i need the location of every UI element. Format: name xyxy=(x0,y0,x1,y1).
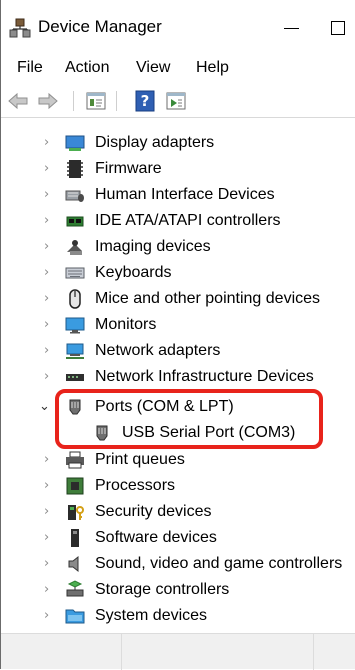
software-device-icon xyxy=(71,529,79,547)
network-infrastructure-icon xyxy=(66,374,84,381)
firmware-chip-icon xyxy=(67,160,83,178)
chevron-right-icon[interactable]: › xyxy=(44,344,56,357)
highlight-annotation-box xyxy=(55,389,323,449)
tree-item-label: Security devices xyxy=(95,503,212,520)
forward-arrow-icon[interactable] xyxy=(37,90,59,112)
chevron-right-icon[interactable]: › xyxy=(44,188,56,201)
storage-controller-icon xyxy=(66,580,84,597)
network-adapter-icon xyxy=(66,343,84,359)
system-devices-icon xyxy=(65,609,85,624)
security-device-icon xyxy=(68,505,84,520)
menu-action[interactable]: Action xyxy=(65,58,109,78)
properties-icon[interactable] xyxy=(85,90,107,112)
tree-item-network-adapters[interactable]: › Network adapters xyxy=(1,338,355,364)
help-icon[interactable]: ? xyxy=(134,90,156,112)
chevron-right-icon[interactable]: › xyxy=(44,531,56,544)
tree-item-label: System devices xyxy=(95,607,208,624)
tree-item-label: Software devices xyxy=(95,529,217,546)
chevron-right-icon[interactable]: › xyxy=(44,292,56,305)
tree-item-label: Monitors xyxy=(95,316,157,333)
camera-icon xyxy=(67,240,82,255)
processor-icon xyxy=(66,477,84,495)
device-manager-icon xyxy=(9,18,31,38)
tree-item-firmware[interactable]: › Firmware xyxy=(1,156,355,182)
svg-text:?: ? xyxy=(141,92,150,110)
mouse-icon xyxy=(69,289,81,309)
chevron-right-icon[interactable]: › xyxy=(44,266,56,279)
chevron-right-icon[interactable]: › xyxy=(44,609,56,622)
tree-item-label: Storage controllers xyxy=(95,581,230,598)
tree-item-label: Processors xyxy=(95,477,176,494)
title-bar: Device Manager xyxy=(1,0,355,48)
tree-item-label: Firmware xyxy=(95,160,162,177)
tree-item-mice-and-other-pointing-devices[interactable]: › Mice and other pointing devices xyxy=(1,286,355,312)
device-tree: › Display adapters › Firmware › Human In… xyxy=(1,120,355,632)
tree-item-display-adapters[interactable]: › Display adapters xyxy=(1,130,355,156)
tree-item-ide-ata-atapi-controllers[interactable]: › IDE ATA/ATAPI controllers xyxy=(1,208,355,234)
tree-item-label: Keyboards xyxy=(95,264,172,281)
tree-item-imaging-devices[interactable]: › Imaging devices xyxy=(1,234,355,260)
tree-item-label: Mice and other pointing devices xyxy=(95,290,321,307)
tree-item-label: Human Interface Devices xyxy=(95,186,275,203)
tree-item-software-devices[interactable]: › Software devices xyxy=(1,525,355,551)
tree-item-human-interface-devices[interactable]: › Human Interface Devices xyxy=(1,182,355,208)
chevron-right-icon[interactable]: › xyxy=(44,240,56,253)
chevron-right-icon[interactable]: › xyxy=(44,583,56,596)
hid-icon xyxy=(65,190,84,202)
menu-help[interactable]: Help xyxy=(196,58,229,78)
menu-view[interactable]: View xyxy=(136,58,170,78)
menu-bar: File Action View Help xyxy=(1,54,355,82)
show-hidden-icon[interactable] xyxy=(165,90,187,112)
tree-item-label: Display adapters xyxy=(95,134,215,151)
status-bar-divider xyxy=(313,634,314,670)
tree-item-network-infrastructure-devices[interactable]: › Network Infrastructure Devices xyxy=(1,364,355,390)
tree-item-label: Sound, video and game controllers xyxy=(95,555,343,572)
status-bar xyxy=(1,633,355,670)
chevron-right-icon[interactable]: › xyxy=(44,557,56,570)
maximize-button[interactable] xyxy=(323,14,353,44)
chevron-right-icon[interactable]: › xyxy=(44,453,56,466)
status-bar-divider xyxy=(121,634,122,670)
tree-item-keyboards[interactable]: › Keyboards xyxy=(1,260,355,286)
chevron-right-icon[interactable]: › xyxy=(44,505,56,518)
keyboard-icon xyxy=(65,267,85,279)
monitor-icon xyxy=(65,317,85,334)
chevron-right-icon[interactable]: › xyxy=(44,214,56,227)
minimize-button[interactable] xyxy=(277,14,307,44)
toolbar-separator xyxy=(116,91,117,111)
tree-item-security-devices[interactable]: › Security devices xyxy=(1,499,355,525)
printer-icon xyxy=(66,451,84,469)
tree-item-monitors[interactable]: › Monitors xyxy=(1,312,355,338)
chevron-right-icon[interactable]: › xyxy=(44,162,56,175)
menu-file[interactable]: File xyxy=(17,58,43,78)
chevron-right-icon[interactable]: › xyxy=(44,136,56,149)
tree-item-print-queues[interactable]: › Print queues xyxy=(1,447,355,473)
tree-item-storage-controllers[interactable]: › Storage controllers xyxy=(1,577,355,603)
toolbar-separator xyxy=(73,91,74,111)
display-adapter-icon xyxy=(65,135,85,151)
chevron-right-icon[interactable]: › xyxy=(44,370,56,383)
back-arrow-icon[interactable] xyxy=(7,90,29,112)
tree-item-label: IDE ATA/ATAPI controllers xyxy=(95,212,281,229)
tree-item-label: Network Infrastructure Devices xyxy=(95,368,314,385)
tree-item-sound-video-game-controllers[interactable]: › Sound, video and game controllers xyxy=(1,551,355,577)
toolbar: ? xyxy=(1,84,355,118)
tree-item-processors[interactable]: › Processors xyxy=(1,473,355,499)
window-title: Device Manager xyxy=(38,17,162,36)
tree-item-label: Network adapters xyxy=(95,342,221,359)
tree-item-label: Imaging devices xyxy=(95,238,211,255)
speaker-icon xyxy=(68,555,79,573)
chevron-right-icon[interactable]: › xyxy=(44,479,56,492)
device-manager-window: Device Manager File Action View Help ? ›… xyxy=(0,0,355,670)
chevron-right-icon[interactable]: › xyxy=(44,318,56,331)
tree-item-system-devices[interactable]: › System devices xyxy=(1,603,355,629)
chevron-down-icon[interactable]: ⌄ xyxy=(39,400,51,413)
ide-controller-icon xyxy=(66,216,84,227)
tree-item-label: Print queues xyxy=(95,451,185,468)
